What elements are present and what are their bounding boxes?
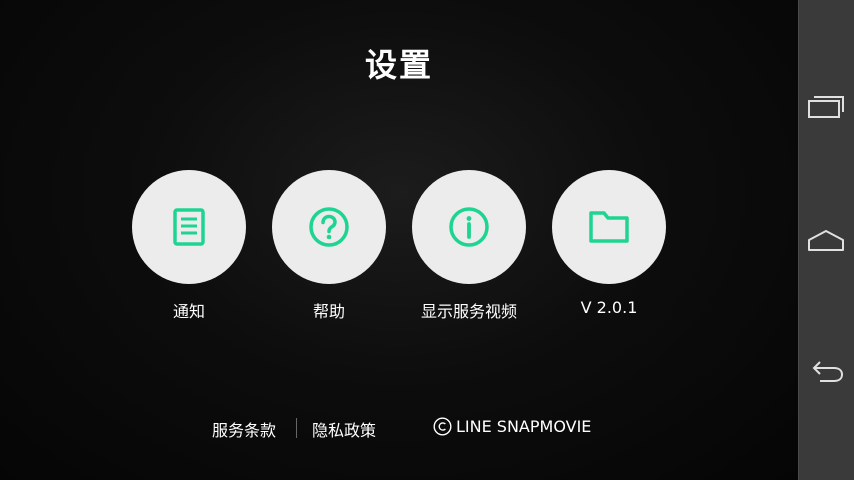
recent-apps-icon xyxy=(808,96,844,118)
version-label: V 2.0.1 xyxy=(580,298,638,317)
terms-of-service-link[interactable]: 服务条款 xyxy=(212,417,276,441)
help-button[interactable]: 帮助 xyxy=(254,170,404,322)
home-icon xyxy=(808,230,844,251)
document-icon xyxy=(173,208,205,246)
screen: 设置 通知 帮助 显示服务视频 V 2.0.1 服务条款 隐私政策 LINE S… xyxy=(0,0,854,480)
service-video-button[interactable]: 显示服务视频 xyxy=(394,170,544,322)
back-button[interactable] xyxy=(798,344,854,400)
copyright-text: LINE SNAPMOVIE xyxy=(456,417,592,436)
notification-label: 通知 xyxy=(172,302,205,321)
system-navigation-bar xyxy=(798,0,854,480)
settings-screen: 设置 通知 帮助 显示服务视频 V 2.0.1 服务条款 隐私政策 LINE S… xyxy=(0,0,798,480)
help-label: 帮助 xyxy=(312,302,345,321)
folder-icon xyxy=(589,211,629,243)
home-button[interactable] xyxy=(798,212,854,268)
copyright-icon xyxy=(433,417,452,436)
page-title: 设置 xyxy=(364,46,433,84)
back-icon xyxy=(812,361,844,382)
service-video-label: 显示服务视频 xyxy=(420,302,517,321)
service-video-circle[interactable] xyxy=(412,170,526,284)
notification-button[interactable]: 通知 xyxy=(114,170,264,322)
footer-divider xyxy=(296,418,297,438)
privacy-policy-link[interactable]: 隐私政策 xyxy=(312,417,376,441)
help-circle[interactable] xyxy=(272,170,386,284)
version-button[interactable]: V 2.0.1 xyxy=(534,170,684,317)
question-icon xyxy=(309,207,349,247)
copyright: LINE SNAPMOVIE xyxy=(433,417,591,436)
recent-apps-button[interactable] xyxy=(798,78,854,134)
info-icon xyxy=(449,207,489,247)
notification-circle[interactable] xyxy=(132,170,246,284)
version-circle[interactable] xyxy=(552,170,666,284)
footer: 服务条款 隐私政策 LINE SNAPMOVIE xyxy=(0,416,798,440)
